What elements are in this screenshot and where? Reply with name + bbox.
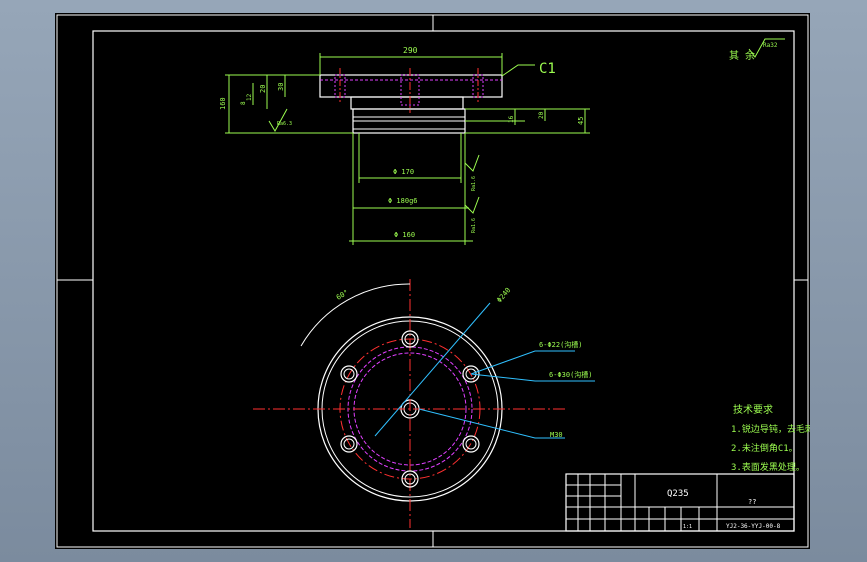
dim-left-20: 20 (259, 85, 267, 93)
dim-left-160: 160 (219, 97, 227, 110)
title-block-name: ?? (748, 498, 756, 506)
roughness-r2: Ra1.6 (471, 218, 477, 233)
thread-callout: M30 (550, 431, 563, 439)
drawing-canvas: 290 C1 160 30 20 12 8 Ra6.3 16 20 45 Φ 1… (56, 14, 823, 548)
dim-right-45: 45 (577, 117, 585, 125)
holes-callout-1: 6-Φ22(沟槽) (539, 340, 583, 349)
dim-dia-170: Φ 170 (393, 168, 414, 176)
plan-view: 60° Φ240 6-Φ22(沟槽) 6-Φ30(沟槽) M30 (253, 279, 595, 528)
chamfer-leader (501, 64, 535, 77)
chamfer-label: C1 (539, 61, 556, 77)
dim-left-12: 12 (246, 93, 253, 101)
roughness-r1: Ra1.6 (471, 176, 477, 191)
roughness-note: 其 余 Ra32 (729, 38, 785, 62)
roughness-symbol-r2 (464, 196, 480, 214)
dim-overall-width: 290 (403, 46, 418, 55)
tech-requirements: 技术要求 1.锐边导钝，去毛刺。 2.未注倒角C1。 3.表面发黑处理。 (731, 403, 823, 473)
thread-leader (418, 408, 565, 439)
roughness-corner: Ra32 (763, 42, 778, 49)
cad-window: 290 C1 160 30 20 12 8 Ra6.3 16 20 45 Φ 1… (0, 0, 867, 562)
dim-left-30: 30 (277, 83, 285, 91)
dim-right-16: 16 (508, 115, 515, 123)
title-block-material: Q235 (667, 489, 689, 499)
dim-dia-160: Φ 160 (394, 231, 415, 239)
dim-right-20: 20 (538, 111, 545, 119)
holes-callout-2: 6-Φ30(沟槽) (549, 370, 593, 379)
dim-left-8: 8 (240, 101, 247, 105)
tech-line-3: 3.表面发黑处理。 (731, 461, 805, 473)
roughness-symbol-r1 (464, 154, 480, 172)
tech-title: 技术要求 (733, 403, 773, 416)
angle-arc (300, 283, 411, 347)
hub-outline (350, 96, 464, 110)
title-block-code: YJ2-36-YYJ-00-8 (726, 523, 781, 530)
other-label: 其 余 (729, 49, 755, 62)
inner-border (92, 30, 795, 532)
pcd-label: Φ240 (495, 286, 512, 304)
front-view: 290 C1 160 30 20 12 8 Ra6.3 16 20 45 Φ 1… (219, 46, 590, 245)
tech-line-2: 2.未注倒角C1。 (731, 442, 798, 454)
drawing-sheet: 290 C1 160 30 20 12 8 Ra6.3 16 20 45 Φ 1… (55, 13, 823, 549)
roughness-symbol-left (268, 108, 288, 133)
tech-line-1: 1.锐边导钝，去毛刺。 (731, 423, 810, 435)
dim-dia-180: Φ 180g6 (388, 197, 418, 205)
flange-outline (319, 74, 503, 98)
title-block-scale: 1:1 (683, 524, 692, 530)
roughness-left: Ra6.3 (277, 121, 292, 127)
